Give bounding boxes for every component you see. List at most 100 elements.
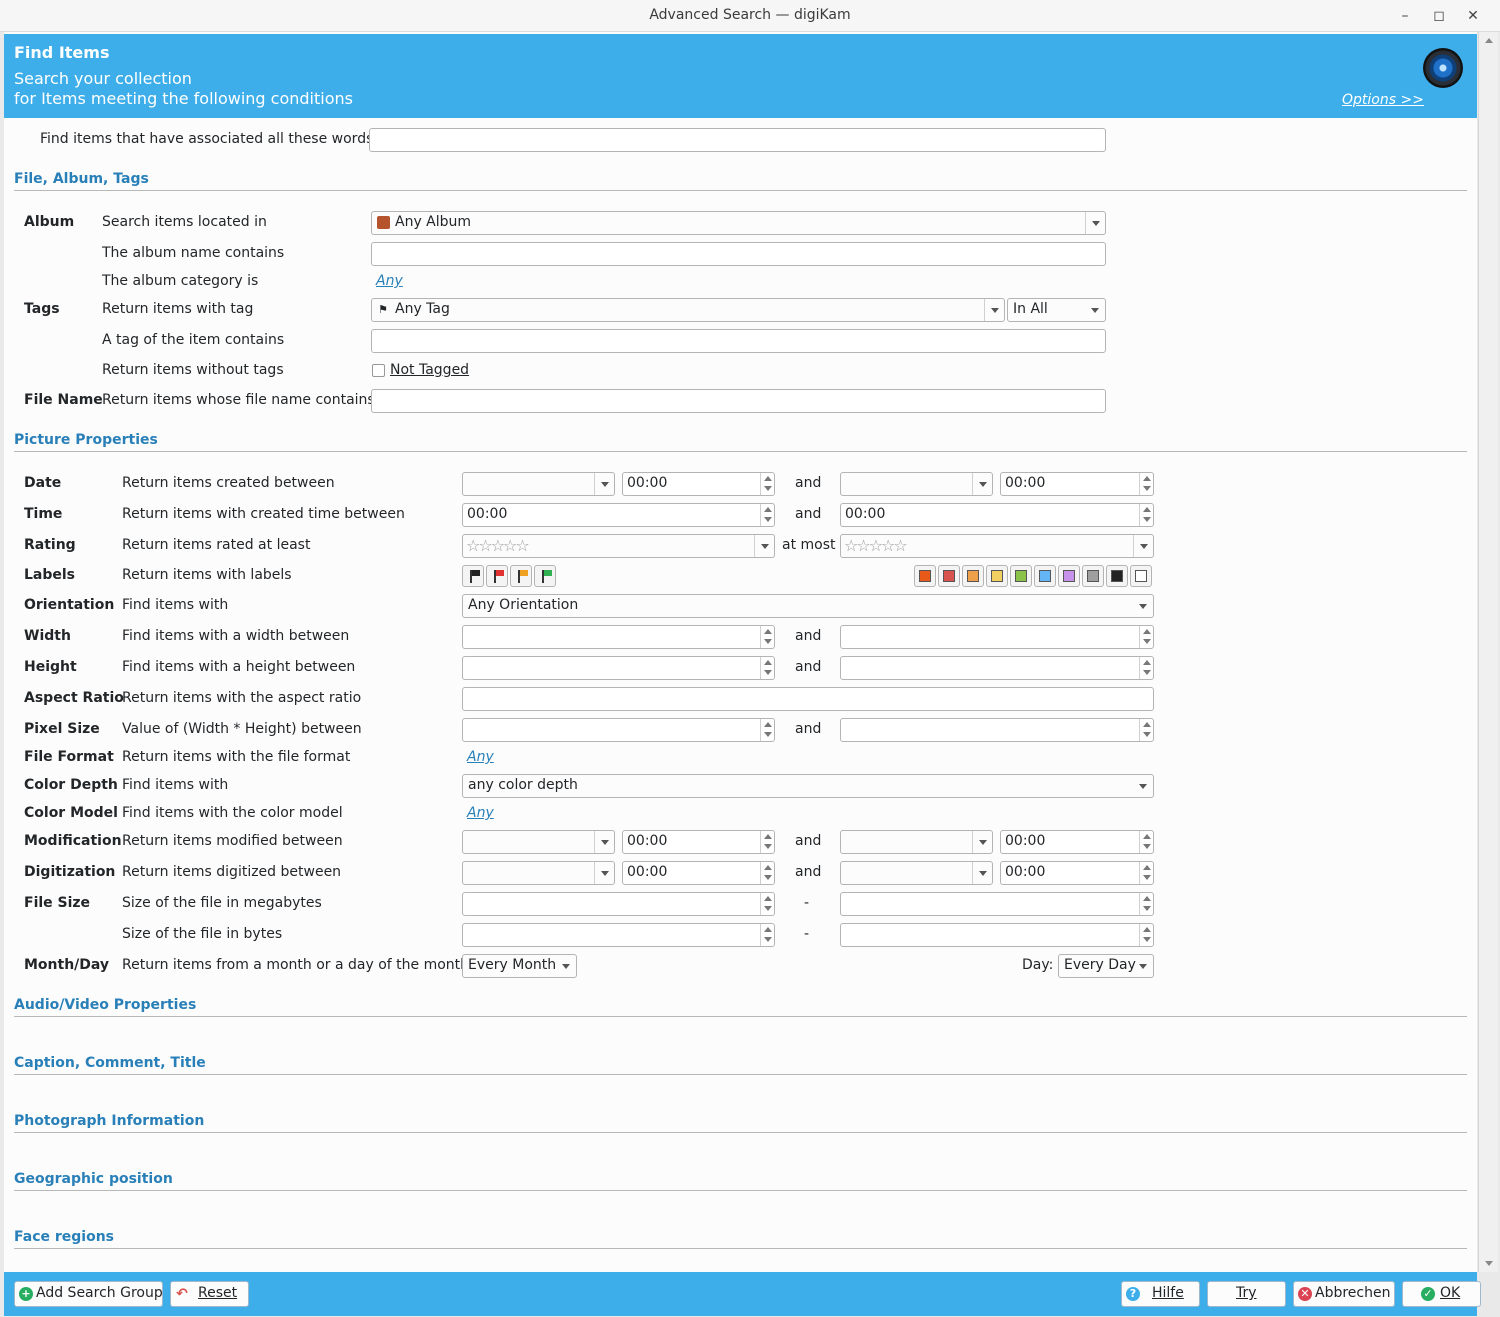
spin-buttons[interactable] [1139,831,1153,853]
pixel-from-spin[interactable] [462,718,775,742]
size-mb-label: Size of the file in megabytes [122,895,322,911]
close-icon[interactable]: ✕ [1461,4,1485,28]
options-link[interactable]: Options >> [1342,92,1424,108]
rating-max-select[interactable]: ☆☆☆☆☆ [840,534,1154,558]
keywords-input[interactable] [369,128,1106,152]
color-label-swatch[interactable] [1034,565,1056,587]
dig-time-from-spin[interactable]: 00:00 [622,861,775,885]
month-group-label: Month/Day [24,957,110,973]
album-category-link[interactable]: Any [376,273,403,289]
color-label-swatch[interactable] [1058,565,1080,587]
not-tagged-checkbox[interactable] [372,364,385,377]
dig-date-to-select[interactable] [840,861,993,885]
section-audio-video[interactable]: Audio/Video Properties [14,997,196,1013]
spin-buttons[interactable] [760,473,774,495]
section-photo-info[interactable]: Photograph Information [14,1113,204,1129]
album-select[interactable]: Any Album [371,211,1106,235]
cancel-button[interactable]: ✕ Abbrechen [1293,1281,1395,1307]
tag-select[interactable]: ⚑ Any Tag [371,298,1005,322]
time-from-spin[interactable]: 00:00 [622,472,775,496]
spin-buttons[interactable] [760,504,774,526]
rating-min-select[interactable]: ☆☆☆☆☆ [462,534,775,558]
spin-buttons[interactable] [1139,504,1153,526]
not-tagged-label[interactable]: Not Tagged [390,362,469,378]
vertical-scrollbar[interactable] [1478,32,1498,1272]
aspect-ratio-input[interactable] [462,687,1154,711]
color-label-swatch[interactable] [1082,565,1104,587]
try-button[interactable]: Try [1207,1281,1286,1307]
reset-button[interactable]: ↶ Reset [170,1281,249,1307]
section-divider [14,1074,1467,1075]
size-mb-from-spin[interactable] [462,892,775,916]
file-format-link[interactable]: Any [467,749,494,765]
spin-buttons[interactable] [1139,924,1153,946]
spin-buttons[interactable] [760,719,774,741]
pixel-to-spin[interactable] [840,718,1154,742]
spin-buttons[interactable] [760,657,774,679]
tag-contains-input[interactable] [371,329,1106,353]
help-button[interactable]: ? Hilfe [1121,1281,1200,1307]
section-file-album-tags[interactable]: File, Album, Tags [14,171,149,187]
size-bytes-from-spin[interactable] [462,923,775,947]
size-bytes-to-spin[interactable] [840,923,1154,947]
spin-buttons[interactable] [1139,862,1153,884]
spin-buttons[interactable] [760,924,774,946]
height-to-spin[interactable] [840,656,1154,680]
filename-input[interactable] [371,389,1106,413]
spin-buttons[interactable] [760,862,774,884]
time-to-spin[interactable]: 00:00 [1000,472,1154,496]
width-from-spin[interactable] [462,625,775,649]
section-caption[interactable]: Caption, Comment, Title [14,1055,206,1071]
dig-time-to-spin[interactable]: 00:00 [1000,861,1154,885]
color-model-link[interactable]: Any [467,805,494,821]
tag-match-select[interactable]: In All [1007,298,1106,322]
section-picture-properties[interactable]: Picture Properties [14,432,158,448]
color-label-swatch[interactable] [1106,565,1128,587]
color-label-swatch[interactable] [914,565,936,587]
time-to-value: 00:00 [1005,475,1046,491]
album-name-input[interactable] [371,242,1106,266]
color-label-swatch[interactable] [1010,565,1032,587]
pending-flag-icon[interactable] [510,565,532,587]
spin-buttons[interactable] [760,626,774,648]
minimize-icon[interactable]: – [1393,4,1417,28]
color-label-swatch[interactable] [962,565,984,587]
color-label-swatch[interactable] [986,565,1008,587]
mod-time-from-spin[interactable]: 00:00 [622,830,775,854]
size-bytes-label: Size of the file in bytes [122,926,283,942]
day-select[interactable]: Every Day [1058,954,1154,978]
dig-date-from-select[interactable] [462,861,615,885]
month-select[interactable]: Every Month [462,954,577,978]
spin-buttons[interactable] [1139,657,1153,679]
spin-buttons[interactable] [1139,719,1153,741]
spin-buttons[interactable] [1139,893,1153,915]
pick-none-flag-icon[interactable] [462,565,484,587]
created-time-to-spin[interactable]: 00:00 [840,503,1154,527]
spin-buttons[interactable] [760,893,774,915]
size-mb-to-spin[interactable] [840,892,1154,916]
rejected-flag-icon[interactable] [486,565,508,587]
color-label-swatch[interactable] [938,565,960,587]
color-label-swatch[interactable] [1130,565,1152,587]
section-geo[interactable]: Geographic position [14,1171,173,1187]
date-to-select[interactable] [840,472,993,496]
width-to-spin[interactable] [840,625,1154,649]
orientation-select[interactable]: Any Orientation [462,594,1154,618]
date-from-select[interactable] [462,472,615,496]
add-search-group-button[interactable]: + Add Search Group [14,1281,163,1307]
spin-buttons[interactable] [760,831,774,853]
mod-date-to-select[interactable] [840,830,993,854]
chevron-down-icon [1085,212,1105,234]
mod-time-to-spin[interactable]: 00:00 [1000,830,1154,854]
accepted-flag-icon[interactable] [534,565,556,587]
ok-button[interactable]: ✓ OK [1402,1281,1481,1307]
color-depth-select[interactable]: any color depth [462,774,1154,798]
mod-date-from-select[interactable] [462,830,615,854]
add-icon: + [19,1287,33,1301]
spin-buttons[interactable] [1139,473,1153,495]
created-time-from-spin[interactable]: 00:00 [462,503,775,527]
height-from-spin[interactable] [462,656,775,680]
section-faces[interactable]: Face regions [14,1229,114,1245]
spin-buttons[interactable] [1139,626,1153,648]
maximize-icon[interactable]: ◻ [1427,4,1451,28]
